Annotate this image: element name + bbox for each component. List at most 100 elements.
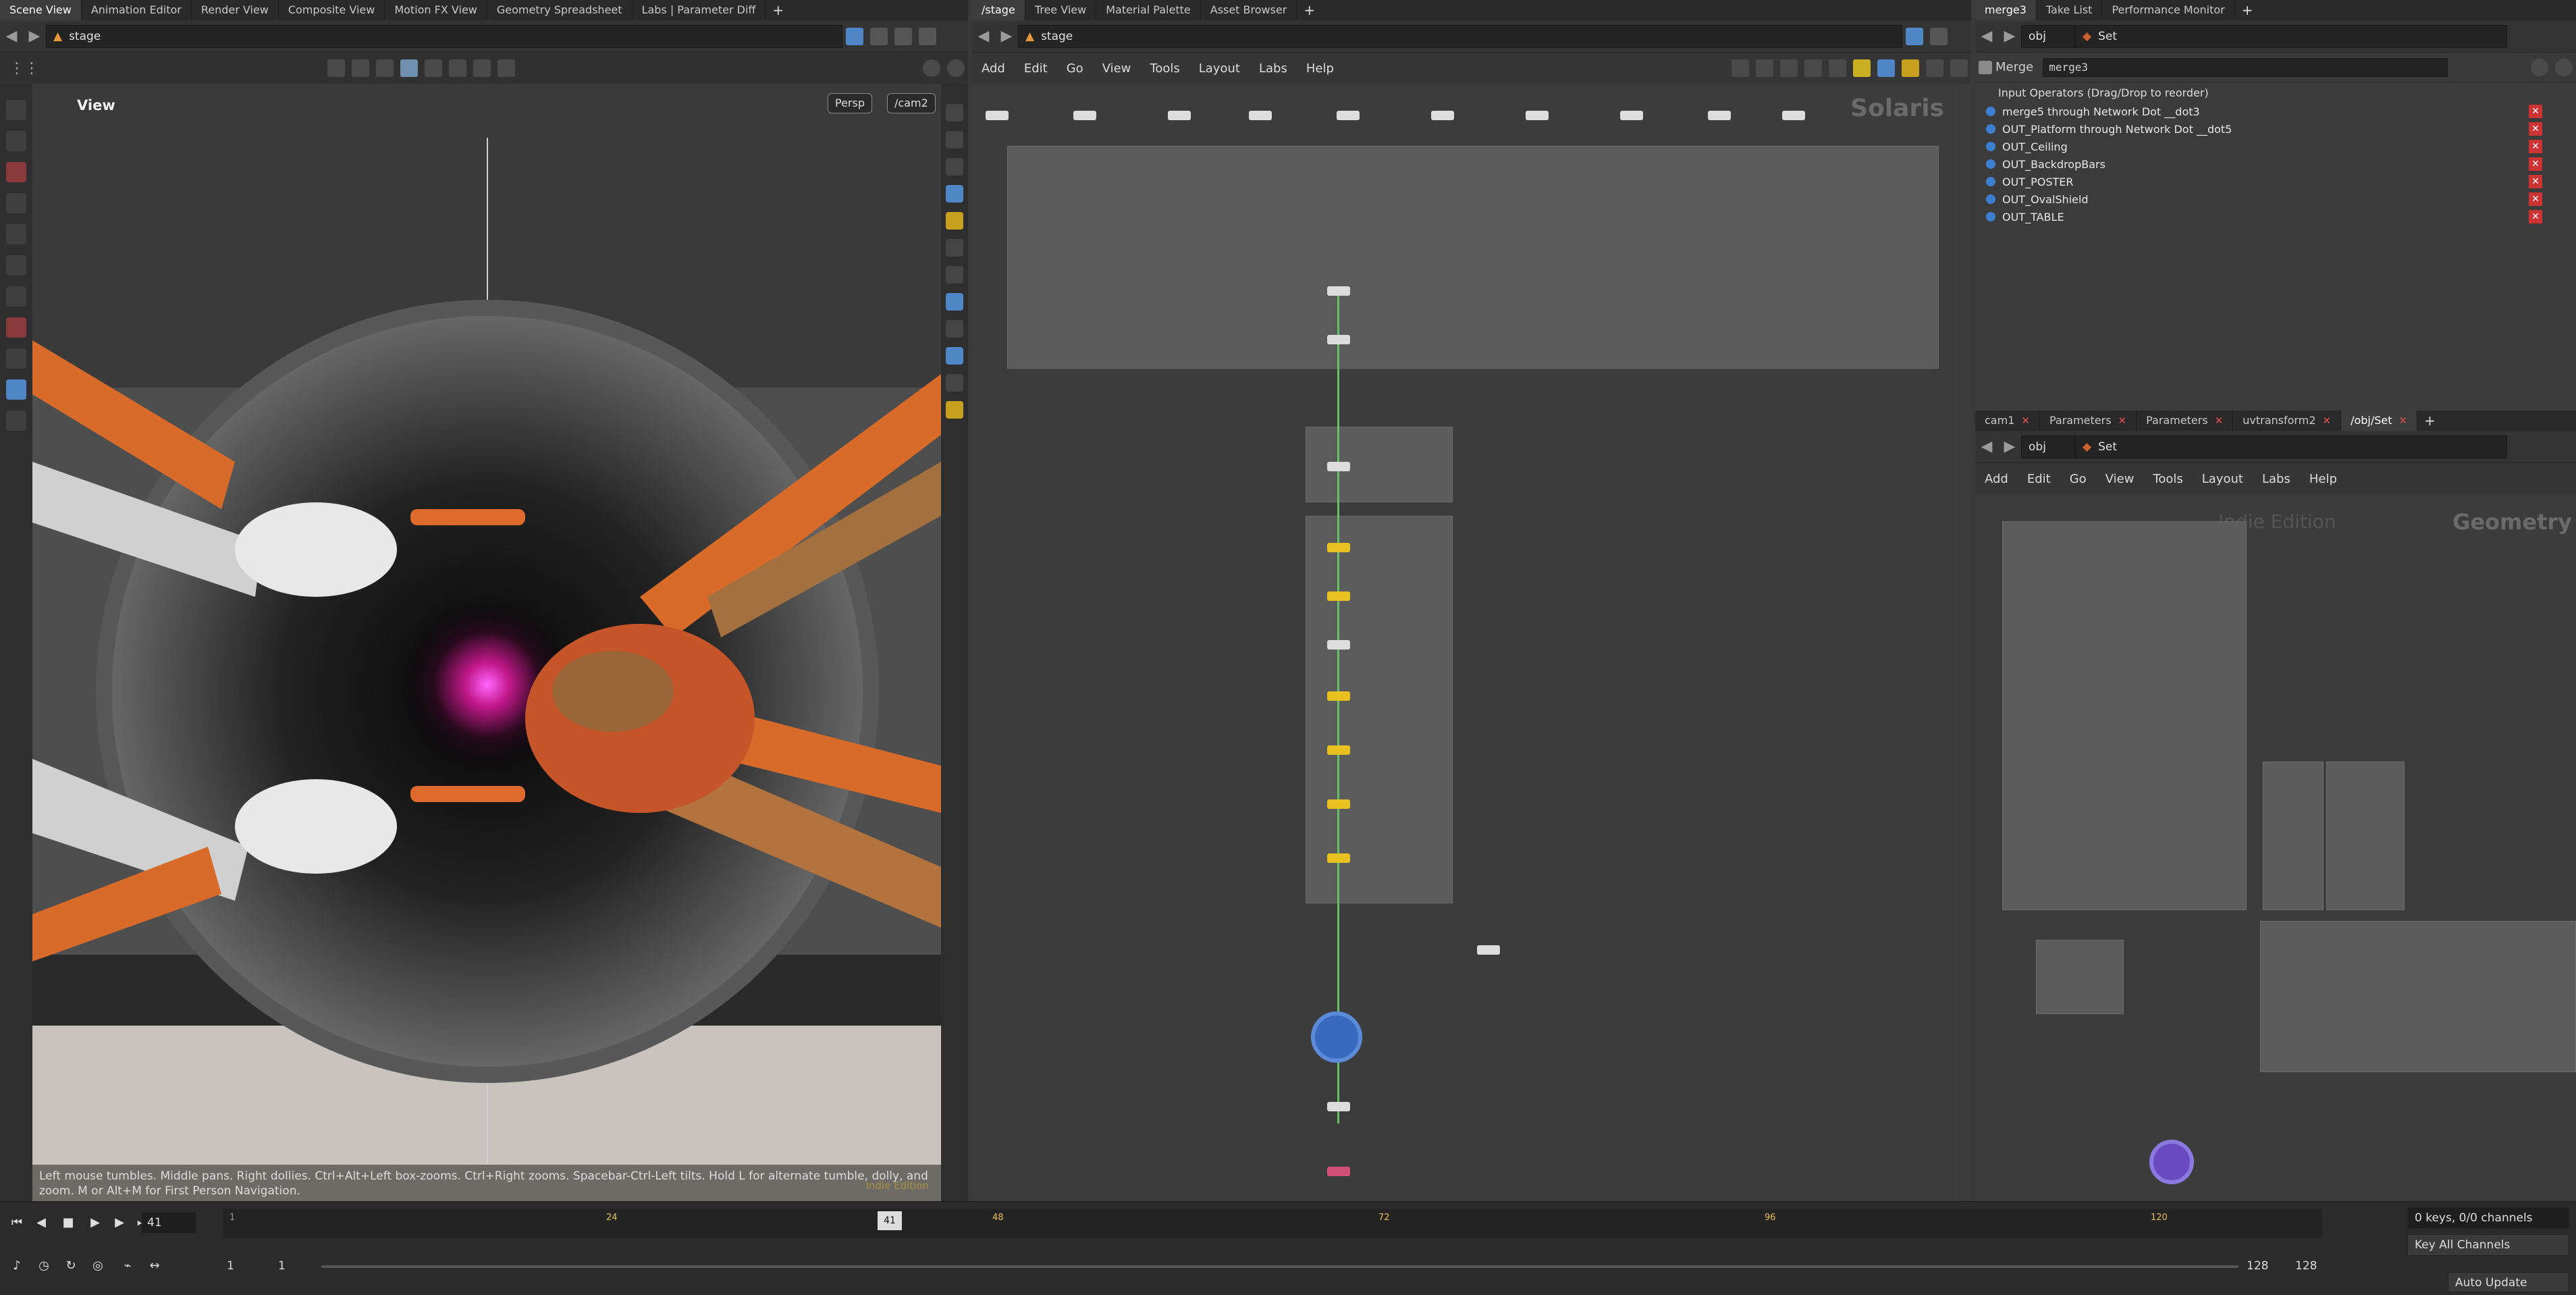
camera-tool-icon[interactable] xyxy=(6,411,26,431)
scale-tool-icon[interactable] xyxy=(6,224,26,244)
menu-layout[interactable]: Layout xyxy=(1189,61,1250,76)
handle-tool-icon[interactable] xyxy=(6,255,26,275)
tab-uvtransform2[interactable]: uvtransform2 ✕ xyxy=(2233,411,2342,431)
stage-network-canvas[interactable]: Solaris xyxy=(972,84,1958,1201)
input-item[interactable]: OUT_OvalShield ✕ xyxy=(1982,190,2569,208)
range-end2-field[interactable]: 128 xyxy=(2290,1256,2333,1276)
display-option-icon-2[interactable] xyxy=(352,59,369,77)
color-icon[interactable] xyxy=(1877,59,1895,77)
forward-icon[interactable]: ▶ xyxy=(23,25,46,48)
gear-icon[interactable] xyxy=(923,59,940,77)
loop-icon[interactable]: ↻ xyxy=(61,1256,81,1276)
right-top-path-set[interactable]: ◆ Set xyxy=(2075,24,2507,48)
light-node-5[interactable] xyxy=(1327,745,1350,755)
menu-edit[interactable]: Edit xyxy=(1015,61,1057,76)
range-slider[interactable] xyxy=(321,1265,2238,1268)
menu-go[interactable]: Go xyxy=(2060,472,2096,486)
remove-input-icon[interactable]: ✕ xyxy=(2529,175,2542,188)
play-icon[interactable]: ▶ xyxy=(85,1213,105,1233)
display-option-icon-6[interactable] xyxy=(449,59,466,77)
camera-select-button[interactable]: /cam2 xyxy=(887,93,936,113)
realtime-icon[interactable]: ◷ xyxy=(34,1256,54,1276)
add-tab-icon[interactable]: + xyxy=(1297,2,1322,18)
menu-add[interactable]: Add xyxy=(1975,472,2018,486)
tab-performance-monitor[interactable]: Performance Monitor xyxy=(2102,0,2235,20)
display-icon-3[interactable] xyxy=(946,158,963,176)
node-top-3[interactable] xyxy=(1168,111,1191,120)
node-top-2[interactable] xyxy=(1073,111,1096,120)
pin-icon[interactable] xyxy=(1906,27,1923,45)
display-icon-1[interactable] xyxy=(946,104,963,122)
menu-go[interactable]: Go xyxy=(1057,61,1093,76)
step-forward-icon[interactable]: ▶ xyxy=(109,1213,130,1233)
close-tab-icon[interactable]: ✕ xyxy=(2021,415,2030,427)
display-icon-12[interactable] xyxy=(946,401,963,419)
menu-edit[interactable]: Edit xyxy=(2018,472,2060,486)
tab-asset-browser[interactable]: Asset Browser xyxy=(1201,0,1297,20)
tab-cam1[interactable]: cam1 ✕ xyxy=(1975,411,2040,431)
forward-icon[interactable]: ▶ xyxy=(995,25,1018,48)
node-top-6[interactable] xyxy=(1431,111,1454,120)
display-icon-6[interactable] xyxy=(946,239,963,257)
forward-icon[interactable]: ▶ xyxy=(1998,25,2021,48)
display-icon-7[interactable] xyxy=(946,266,963,284)
light-node-7[interactable] xyxy=(1327,853,1350,863)
node-top-9[interactable] xyxy=(1708,111,1731,120)
playhead[interactable]: 41 xyxy=(878,1211,902,1230)
menu-help[interactable]: Help xyxy=(1297,61,1343,76)
timeline-ruler[interactable]: 1 24 41 48 72 96 120 xyxy=(223,1209,2322,1238)
remove-input-icon[interactable]: ✕ xyxy=(2529,105,2542,118)
close-tab-icon[interactable]: ✕ xyxy=(2215,415,2224,427)
input-item[interactable]: OUT_BackdropBars ✕ xyxy=(1982,155,2569,173)
input-item[interactable]: OUT_Platform through Network Dot __dot5 ✕ xyxy=(1982,120,2569,138)
range-icon[interactable]: ↔ xyxy=(144,1256,165,1276)
display-icon-8[interactable] xyxy=(946,293,963,311)
light-node-2[interactable] xyxy=(1327,591,1350,601)
display-option-icon-1[interactable] xyxy=(327,59,345,77)
zoom-icon[interactable] xyxy=(1926,59,1943,77)
grid-view-icon[interactable] xyxy=(1804,59,1822,77)
jump-start-icon[interactable]: ⏮ xyxy=(7,1213,27,1233)
node-top-7[interactable] xyxy=(1526,111,1549,120)
pin-icon[interactable] xyxy=(846,27,863,45)
node-top-10[interactable] xyxy=(1782,111,1805,120)
display-icon-11[interactable] xyxy=(946,374,963,392)
camera-icon[interactable] xyxy=(1950,59,1968,77)
center-path-field[interactable]: ▲ stage xyxy=(1018,24,1902,48)
add-tab-icon[interactable]: + xyxy=(766,2,790,18)
remove-input-icon[interactable]: ✕ xyxy=(2529,192,2542,206)
obj-network-box-2[interactable] xyxy=(2263,762,2324,910)
link-icon[interactable] xyxy=(1930,27,1948,45)
menu-labs[interactable]: Labs xyxy=(2253,472,2300,486)
node-after-merge[interactable] xyxy=(1327,335,1350,344)
tab-geometry-spreadsheet[interactable]: Geometry Spreadsheet xyxy=(487,0,633,20)
remove-input-icon[interactable]: ✕ xyxy=(2529,210,2542,223)
tab-scene-view[interactable]: Scene View xyxy=(0,0,82,20)
tab-tree-view[interactable]: Tree View xyxy=(1025,0,1097,20)
link-icon[interactable] xyxy=(870,27,888,45)
menu-tools[interactable]: Tools xyxy=(2143,472,2192,486)
sticky-icon[interactable] xyxy=(1853,59,1871,77)
display-option-icon-7[interactable] xyxy=(473,59,491,77)
display-icon-9[interactable] xyxy=(946,320,963,338)
maximize-icon[interactable] xyxy=(919,27,936,45)
merge-name-field[interactable]: merge3 xyxy=(2043,57,2448,77)
forward-icon[interactable]: ▶ xyxy=(1998,435,2021,458)
display-node-highlight[interactable] xyxy=(1311,1011,1362,1063)
add-tab-icon[interactable]: + xyxy=(2235,2,2260,18)
magnet-tool-icon[interactable] xyxy=(6,348,26,369)
light-node-1[interactable] xyxy=(1327,543,1350,552)
key-all-channels-button[interactable]: Key All Channels xyxy=(2407,1234,2569,1256)
menu-help[interactable]: Help xyxy=(2300,472,2346,486)
menu-layout[interactable]: Layout xyxy=(2193,472,2253,486)
back-icon[interactable]: ◀ xyxy=(1975,25,1998,48)
help-icon[interactable] xyxy=(947,59,965,77)
scene-path-field[interactable]: ▲ stage xyxy=(46,24,842,48)
rotate-tool-icon[interactable] xyxy=(6,193,26,213)
keyframe-icon[interactable]: ⌁ xyxy=(117,1256,138,1276)
audio-icon[interactable]: ♪ xyxy=(7,1256,27,1276)
grid-icon[interactable]: ⋮⋮ xyxy=(0,60,324,77)
help-icon[interactable] xyxy=(2555,58,2573,76)
input-item[interactable]: OUT_Ceiling ✕ xyxy=(1982,138,2569,155)
remove-input-icon[interactable]: ✕ xyxy=(2529,140,2542,153)
